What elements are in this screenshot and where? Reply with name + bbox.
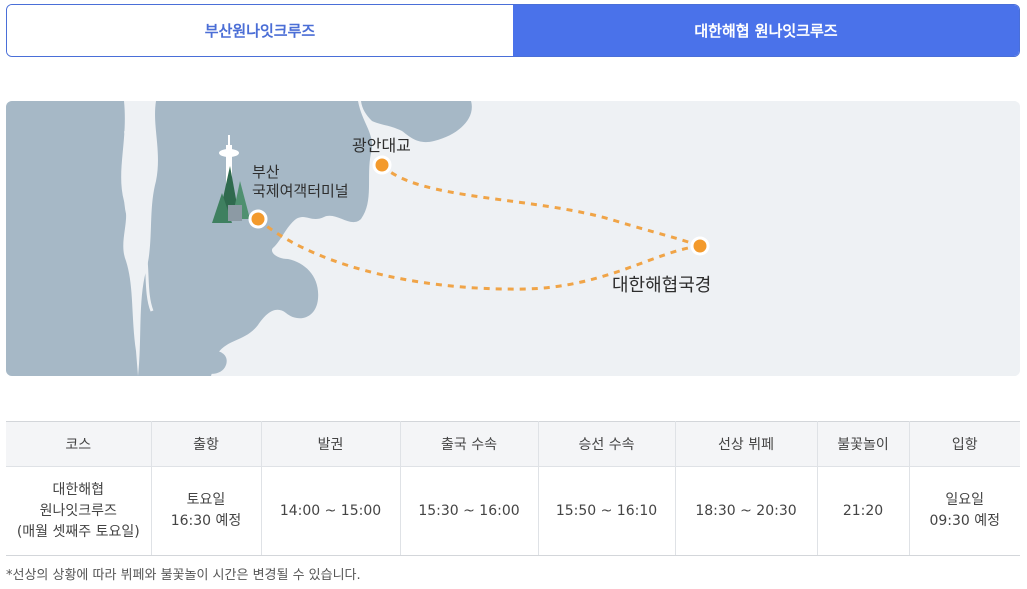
table-row: 대한해협 원나잇크루즈 (매월 셋째주 토요일) 토요일 16:30 예정 14… — [6, 466, 1020, 556]
cell-departure: 토요일 16:30 예정 — [150, 466, 262, 556]
cruise-tabs: 부산원나잇크루즈 대한해협 원나잇크루즈 — [6, 4, 1020, 57]
cell-buffet: 18:30 ~ 20:30 — [674, 466, 818, 556]
cell-departure-procedure: 15:30 ~ 16:00 — [399, 466, 539, 556]
tab-korea-strait-one-night-cruise[interactable]: 대한해협 원나잇크루즈 — [513, 5, 1019, 56]
bridge-point — [372, 155, 392, 175]
schedule-table: 코스 출항 발권 출국 수속 승선 수속 선상 뷔페 불꽃놀이 입항 대한해협 … — [6, 421, 1020, 556]
header-boarding-procedure: 승선 수속 — [537, 421, 676, 467]
header-departure: 출항 — [150, 421, 262, 467]
header-departure-procedure: 출국 수속 — [399, 421, 539, 467]
cell-course: 대한해협 원나잇크루즈 (매월 셋째주 토요일) — [6, 466, 152, 556]
terminal-label-line2: 국제여객터미널 — [252, 182, 349, 200]
cell-fireworks: 21:20 — [816, 466, 910, 556]
cell-boarding-procedure: 15:50 ~ 16:10 — [537, 466, 676, 556]
header-fireworks: 불꽃놀이 — [816, 421, 910, 467]
table-header-row: 코스 출항 발권 출국 수속 승선 수속 선상 뷔페 불꽃놀이 입항 — [6, 421, 1020, 467]
header-arrival: 입항 — [908, 421, 1020, 467]
border-label: 대한해협국경 — [612, 275, 711, 296]
route-map: 광안대교 부산 국제여객터미널 대한해협국경 — [6, 101, 1020, 376]
cell-ticketing: 14:00 ~ 15:00 — [260, 466, 401, 556]
land-west — [6, 101, 138, 376]
border-point — [690, 236, 710, 256]
header-buffet: 선상 뷔페 — [674, 421, 818, 467]
schedule-note: *선상의 상황에 따라 뷔페와 불꽃놀이 시간은 변경될 수 있습니다. — [6, 568, 361, 583]
cell-arrival: 일요일 09:30 예정 — [908, 466, 1020, 556]
header-course: 코스 — [6, 421, 152, 467]
terminal-label-line1: 부산 — [252, 163, 280, 181]
bridge-label: 광안대교 — [352, 136, 411, 155]
terminal-point — [248, 209, 268, 229]
header-ticketing: 발권 — [260, 421, 401, 467]
tab-busan-one-night-cruise[interactable]: 부산원나잇크루즈 — [7, 5, 513, 56]
